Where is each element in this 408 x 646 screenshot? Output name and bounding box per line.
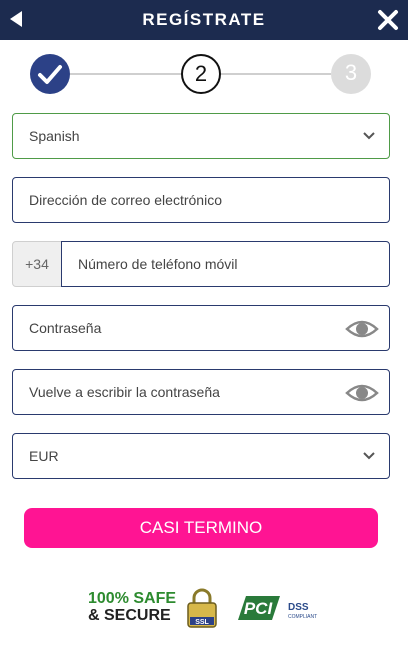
page-title: REGÍSTRATE <box>142 10 266 29</box>
header: REGÍSTRATE <box>0 0 408 40</box>
stepper: 2 3 <box>0 52 408 96</box>
security-badges: 100% SAFE & SECURE SSL PCI DSS COMPLIANT <box>0 582 408 632</box>
step-connector <box>70 73 181 75</box>
currency-select[interactable]: EUR <box>12 433 390 479</box>
checkmark-icon <box>38 65 62 84</box>
eye-icon[interactable] <box>345 381 379 405</box>
pci-label: PCI <box>244 599 274 618</box>
language-value: Spanish <box>29 128 80 144</box>
dss-label: DSS <box>288 602 309 613</box>
password-placeholder: Contraseña <box>29 320 102 336</box>
ssl-lock-icon: SSL <box>187 588 217 628</box>
phone-prefix: +34 <box>12 241 62 287</box>
phone-placeholder: Número de teléfono móvil <box>78 256 238 272</box>
language-select[interactable]: Spanish <box>12 113 390 159</box>
close-icon[interactable] <box>376 8 400 32</box>
safe-secure-badge: 100% SAFE & SECURE <box>88 590 176 624</box>
email-field[interactable]: Dirección de correo electrónico <box>12 177 390 223</box>
step-connector <box>221 73 331 75</box>
currency-value: EUR <box>29 448 59 464</box>
chevron-down-icon <box>363 452 375 460</box>
password-field[interactable]: Contraseña <box>12 305 390 351</box>
pci-dss-badge: PCI DSS COMPLIANT <box>238 596 317 620</box>
step-3-pending: 3 <box>331 54 371 94</box>
phone-field[interactable]: Número de teléfono móvil <box>61 241 390 287</box>
email-placeholder: Dirección de correo electrónico <box>29 192 222 208</box>
ssl-label: SSL <box>195 619 209 626</box>
chevron-down-icon <box>363 132 375 140</box>
step-1-completed <box>30 54 70 94</box>
compliant-label: COMPLIANT <box>288 614 317 620</box>
safe-line1: 100% SAFE <box>88 590 177 607</box>
safe-line2: & SECURE <box>88 607 171 624</box>
eye-icon[interactable] <box>345 317 379 341</box>
password-repeat-placeholder: Vuelve a escribir la contraseña <box>29 384 220 400</box>
password-repeat-field[interactable]: Vuelve a escribir la contraseña <box>12 369 390 415</box>
submit-button[interactable]: CASI TERMINO <box>24 508 378 548</box>
step-2-current: 2 <box>181 54 221 94</box>
